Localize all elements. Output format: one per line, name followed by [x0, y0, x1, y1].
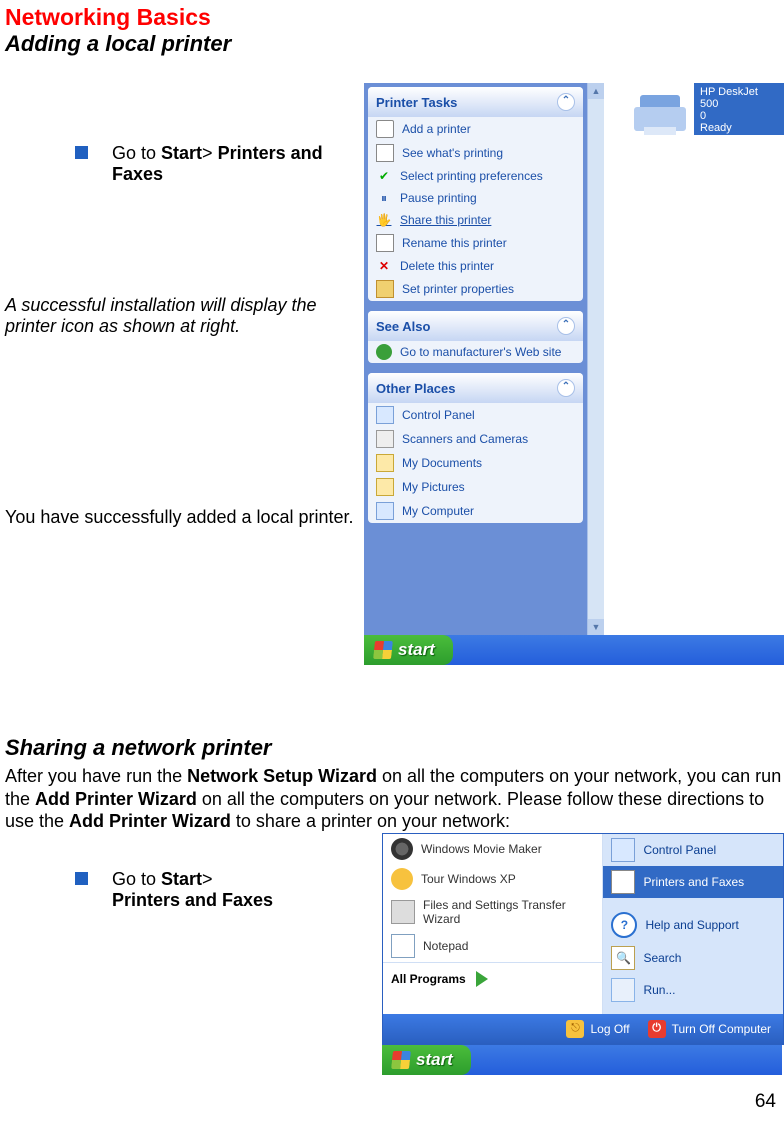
printer-device-icon[interactable]	[630, 87, 690, 137]
instruction-bullet-1: Go to Start> Printers and Faxes	[75, 143, 364, 185]
scroll-down-icon[interactable]: ▼	[588, 619, 604, 635]
start-button[interactable]: start	[364, 635, 453, 665]
control-panel-icon	[376, 406, 394, 424]
document-icon	[376, 144, 394, 162]
start-menu-footer: ⎋ Log Off ⏻ Turn Off Computer	[383, 1014, 783, 1044]
bullet-square-icon	[75, 146, 88, 159]
instruction-text-2: Go to Start>Printers and Faxes	[112, 869, 273, 911]
folder-icon	[376, 454, 394, 472]
movie-icon	[391, 838, 413, 860]
logoff-icon[interactable]: ⎋	[566, 1020, 584, 1038]
task-add-printer[interactable]: Add a printer	[368, 117, 583, 141]
see-also-header: See Also	[376, 319, 430, 334]
share-icon: 🖐	[376, 212, 392, 228]
sm-tour-xp[interactable]: Tour Windows XP	[383, 864, 602, 894]
properties-icon	[376, 280, 394, 298]
search-icon: 🔍	[611, 946, 635, 970]
printer-icon	[376, 120, 394, 138]
other-my-pictures[interactable]: My Pictures	[368, 475, 583, 499]
run-icon	[611, 978, 635, 1002]
start-menu-screenshot: Windows Movie Maker Tour Windows XP File…	[382, 833, 784, 1075]
printer-info-label: HP DeskJet 500 0 Ready	[694, 83, 784, 135]
other-control-panel[interactable]: Control Panel	[368, 403, 583, 427]
computer-icon	[376, 502, 394, 520]
task-printer-properties[interactable]: Set printer properties	[368, 277, 583, 301]
tour-icon	[391, 868, 413, 890]
wizard-icon	[391, 900, 415, 924]
taskbar: start	[364, 635, 784, 665]
scanner-icon	[376, 430, 394, 448]
sm-run[interactable]: Run...	[603, 974, 783, 1006]
start-button-2[interactable]: start	[382, 1045, 471, 1075]
sm-movie-maker[interactable]: Windows Movie Maker	[383, 834, 602, 864]
other-my-documents[interactable]: My Documents	[368, 451, 583, 475]
other-scanners[interactable]: Scanners and Cameras	[368, 427, 583, 451]
task-delete-printer[interactable]: ✕Delete this printer	[368, 255, 583, 277]
sm-help-support[interactable]: ?Help and Support	[603, 908, 783, 942]
sm-all-programs[interactable]: All Programs	[383, 962, 602, 995]
notepad-icon	[391, 934, 415, 958]
task-pause-printing[interactable]: ⏸Pause printing	[368, 187, 583, 209]
turnoff-icon[interactable]: ⏻	[648, 1020, 666, 1038]
printer-tasks-group: Printer Tasks ⌃ Add a printer See what's …	[368, 87, 583, 301]
collapse-icon[interactable]: ⌃	[557, 317, 575, 335]
control-panel-icon	[611, 838, 635, 862]
delete-icon: ✕	[376, 258, 392, 274]
sm-files-transfer[interactable]: Files and Settings Transfer Wizard	[383, 894, 602, 930]
other-my-computer[interactable]: My Computer	[368, 499, 583, 523]
page-subtitle: Adding a local printer	[5, 31, 784, 57]
see-also-manufacturer[interactable]: Go to manufacturer's Web site	[368, 341, 583, 363]
section-sharing-body: After you have run the Network Setup Wiz…	[5, 765, 784, 833]
collapse-icon[interactable]: ⌃	[557, 379, 575, 397]
taskbar-2: start	[382, 1045, 782, 1075]
collapse-icon[interactable]: ⌃	[557, 93, 575, 111]
preferences-icon: ✔	[376, 168, 392, 184]
other-places-header: Other Places	[376, 381, 456, 396]
printer-icon	[611, 870, 635, 894]
logoff-label[interactable]: Log Off	[590, 1022, 629, 1036]
sm-notepad[interactable]: Notepad	[383, 930, 602, 962]
instruction-text-1: Go to Start> Printers and Faxes	[112, 143, 364, 185]
other-places-group: Other Places ⌃ Control Panel Scanners and…	[368, 373, 583, 523]
sm-printers-faxes[interactable]: Printers and Faxes	[603, 866, 783, 898]
turnoff-label[interactable]: Turn Off Computer	[672, 1022, 771, 1036]
task-see-printing[interactable]: See what's printing	[368, 141, 583, 165]
see-also-group: See Also ⌃ Go to manufacturer's Web site	[368, 311, 583, 363]
globe-icon	[376, 344, 392, 360]
task-select-preferences[interactable]: ✔Select printing preferences	[368, 165, 583, 187]
section-sharing-header: Sharing a network printer	[5, 735, 784, 761]
instruction-bullet-2: Go to Start>Printers and Faxes	[75, 869, 382, 911]
install-success-note: A successful installation will display t…	[5, 295, 364, 337]
added-printer-note: You have successfully added a local prin…	[5, 507, 364, 528]
bullet-square-icon	[75, 872, 88, 885]
sm-control-panel[interactable]: Control Panel	[603, 834, 783, 866]
arrow-right-icon	[476, 971, 488, 987]
sm-search[interactable]: 🔍Search	[603, 942, 783, 974]
printer-tasks-header: Printer Tasks	[376, 95, 457, 110]
xp-printers-window: Printer Tasks ⌃ Add a printer See what's …	[364, 83, 784, 665]
windows-flag-icon	[373, 641, 393, 659]
task-share-printer[interactable]: 🖐Share this printer	[368, 209, 583, 231]
pause-icon: ⏸	[376, 190, 392, 206]
scrollbar[interactable]: ▲ ▼	[587, 83, 604, 635]
help-icon: ?	[611, 912, 637, 938]
rename-icon	[376, 234, 394, 252]
folder-icon	[376, 478, 394, 496]
page-number: 64	[5, 1075, 784, 1117]
page-title: Networking Basics	[5, 4, 784, 31]
scroll-up-icon[interactable]: ▲	[588, 83, 604, 99]
task-rename-printer[interactable]: Rename this printer	[368, 231, 583, 255]
windows-flag-icon	[391, 1051, 411, 1069]
